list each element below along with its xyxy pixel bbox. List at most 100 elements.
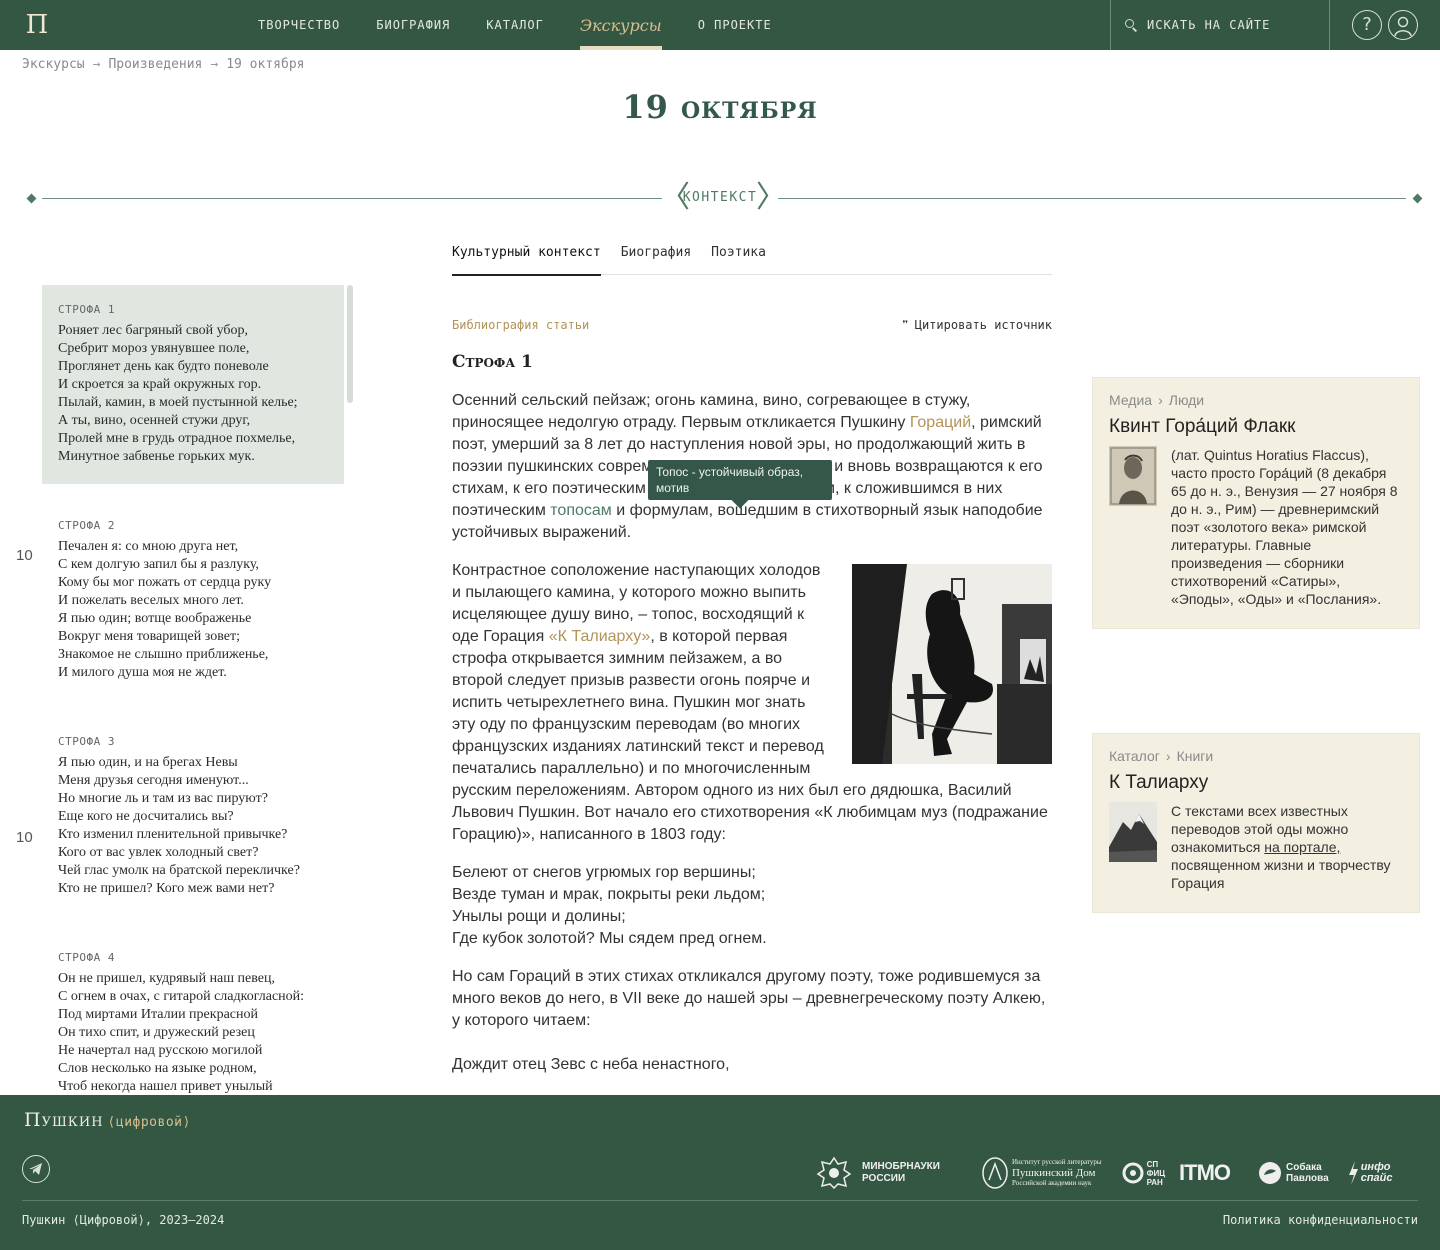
stanza-title: СТРОФА 4: [58, 951, 115, 964]
illustration-image[interactable]: [852, 564, 1052, 764]
divider-diamond-right: [1412, 193, 1423, 204]
article-heading: Строфа 1: [452, 352, 533, 372]
divider-line-left: [42, 198, 662, 199]
poem-line: Кто изменил пленительной привычке?: [58, 827, 288, 842]
bibliography-link[interactable]: Библиография статьи: [452, 318, 589, 332]
infospice-logo[interactable]: инфо спайс: [1347, 1161, 1393, 1185]
search-input[interactable]: [1147, 18, 1317, 32]
topos-term-link[interactable]: топосам: [550, 502, 612, 519]
logo-text: РОССИИ: [862, 1173, 906, 1184]
nav-item-tvorchestvo[interactable]: Творчество: [240, 0, 358, 50]
brand-sub: ⟨цифровой⟩: [107, 1115, 191, 1130]
divider-diamond-left: [26, 193, 37, 204]
card-body: (лат. Quintus Horatius Flaccus), часто п…: [1109, 446, 1403, 608]
poem-line: Я пью один, и на брегах Невы: [58, 755, 238, 770]
partner-logos: МИНОБРНАУКИ РОССИИ Институт русской литер…: [816, 1153, 1393, 1193]
quote-icon: ❞: [901, 318, 909, 332]
poem-line: И пожелать веселых много лет.: [58, 593, 244, 608]
topos-tooltip: Топос - устойчивый образ, мотив: [648, 460, 832, 500]
card-breadcrumb-item[interactable]: Люди: [1169, 392, 1204, 408]
search-icon: [1125, 19, 1137, 31]
page-title: 19 октября: [622, 88, 818, 126]
mountain-image: [1109, 802, 1157, 862]
profile-icon[interactable]: [1388, 10, 1418, 40]
brand-name: Пушкин: [24, 1109, 104, 1131]
portal-link[interactable]: на портале,: [1264, 839, 1340, 855]
poem-scrollbar[interactable]: [347, 285, 353, 403]
poem-line: И скроется за край окружных гор.: [58, 377, 262, 392]
line-number: 10: [16, 829, 33, 846]
card-text: (лат. Quintus Horatius Flaccus), часто п…: [1171, 447, 1398, 607]
chevron-right-icon: ›: [1158, 392, 1163, 408]
tab-cultural-context[interactable]: Культурный контекст: [452, 240, 601, 276]
poem-line: Минутное забвенье горьких мук.: [58, 449, 255, 464]
minobr-logo[interactable]: МИНОБРНАУКИ РОССИИ: [816, 1156, 940, 1190]
tab-poetics[interactable]: Поэтика: [711, 240, 766, 275]
stanza-2[interactable]: СТРОФА 2 Печален я: со мною друга нет, С…: [42, 501, 344, 700]
verse-line: Белеют от снегов угрюмых гор вершины;: [452, 864, 756, 881]
sobaka-pavlova-logo[interactable]: Собака Павлова: [1258, 1161, 1329, 1185]
poem-line: И милого душа моя не ждет.: [58, 665, 227, 680]
site-logo[interactable]: П: [22, 11, 52, 39]
breadcrumb: Экскурсы → Произведения → 19 октября: [22, 57, 304, 72]
nav-item-excursions[interactable]: Экскурсы: [562, 0, 680, 50]
poem-line: Он не пришел, кудрявый наш певец,: [58, 971, 275, 986]
help-icon[interactable]: ?: [1352, 10, 1382, 40]
poem-line: Пролей мне в грудь отрадное похмелье,: [58, 431, 296, 446]
stanza-4[interactable]: СТРОФА 4 Он не пришел, кудрявый наш певе…: [42, 933, 344, 1095]
poem-line: Знакомое не слышно приближенье,: [58, 647, 269, 662]
poem-line: Пылай, камин, в моей пустынной келье;: [58, 395, 298, 410]
line-number: 10: [16, 547, 33, 564]
arrow-right-icon: →: [92, 57, 101, 72]
card-breadcrumb-item[interactable]: Каталог: [1109, 748, 1160, 764]
poem-line: Кому бы мог пожать от сердца руку: [58, 575, 272, 590]
logo-text: Пушкинский Дом: [1011, 1167, 1096, 1179]
footer-brand[interactable]: Пушкин ⟨цифровой⟩: [24, 1109, 191, 1131]
telegram-icon[interactable]: [22, 1155, 50, 1183]
stanza-title: СТРОФА 3: [58, 735, 115, 748]
chevron-right-icon: ›: [1165, 748, 1171, 764]
nav-item-catalog[interactable]: Каталог: [468, 0, 562, 50]
poem-line: Я пью один; вотще воображенье: [58, 611, 252, 626]
verse-line: Дождит отец Зевс с неба ненастного,: [452, 1056, 730, 1073]
article-paragraph: Но сам Гораций в этих стихах откликался …: [452, 968, 1046, 1029]
breadcrumb-item[interactable]: Экскурсы: [22, 57, 85, 72]
search-box: [1110, 0, 1330, 50]
poem-line: Он тихо спит, и дружеский резец: [58, 1025, 255, 1040]
logo-text: Российской академии наук: [1011, 1179, 1092, 1187]
nav-item-biography[interactable]: Биография: [358, 0, 468, 50]
verse-line: Унылы рощи и долины;: [452, 908, 626, 925]
logo-text: спайс: [1360, 1172, 1393, 1184]
logo-text: МИНОБРНАУКИ: [862, 1161, 940, 1172]
book-card[interactable]: Каталог › Книги К Талиарху С текстами вс…: [1092, 733, 1420, 913]
cite-source-button[interactable]: ❞ Цитировать источник: [880, 318, 1052, 332]
nav-item-about[interactable]: О проекте: [680, 0, 790, 50]
poem-line: Сребрит мороз увянувшее поле,: [58, 341, 250, 356]
privacy-policy-link[interactable]: Политика конфиденциальности: [1223, 1213, 1418, 1227]
main-nav: Творчество Биография Каталог Экскурсы О …: [240, 0, 790, 50]
logo-text: Собака: [1286, 1162, 1322, 1173]
person-card[interactable]: Медиа › Люди Квинт Гора́ций Флакк (лат. …: [1092, 377, 1420, 629]
poem-line: Еще кого не досчитались вы?: [58, 809, 234, 824]
poem-line: Меня друзья сегодня именуют...: [58, 773, 249, 788]
breadcrumb-item: 19 октября: [226, 57, 305, 72]
stanza-title: СТРОФА 1: [58, 303, 115, 316]
logo-text: Павлова: [1286, 1173, 1329, 1184]
tab-biography[interactable]: Биография: [621, 240, 691, 275]
breadcrumb-item[interactable]: Произведения: [108, 57, 202, 72]
text: посвященном жизни и творчеству Горация: [1171, 857, 1391, 891]
poem-line: Под миртами Италии прекрасной: [58, 1007, 258, 1022]
card-breadcrumb-item[interactable]: Книги: [1177, 748, 1214, 764]
ode-link[interactable]: «К Талиарху»: [549, 628, 651, 645]
spb-fic-ran-logo[interactable]: СП ФИЦ РАН: [1122, 1160, 1165, 1187]
card-body: С текстами всех известных переводов этой…: [1109, 802, 1403, 892]
pushkin-house-logo[interactable]: Институт русской литературы Пушкинский До…: [982, 1156, 1102, 1190]
card-title[interactable]: К Талиарху: [1109, 772, 1403, 794]
card-title[interactable]: Квинт Гора́ций Флакк: [1109, 416, 1403, 438]
stanza-1[interactable]: СТРОФА 1 Роняет лес багряный свой убор, …: [42, 285, 344, 484]
stanza-3[interactable]: СТРОФА 3 Я пью один, и на брегах Невы Ме…: [42, 717, 344, 916]
card-breadcrumb-item[interactable]: Медиа: [1109, 392, 1152, 408]
horace-link[interactable]: Гораций: [910, 414, 971, 431]
card-text: С текстами всех известных переводов этой…: [1171, 802, 1403, 892]
itmo-logo[interactable]: ITMO: [1179, 1160, 1231, 1186]
